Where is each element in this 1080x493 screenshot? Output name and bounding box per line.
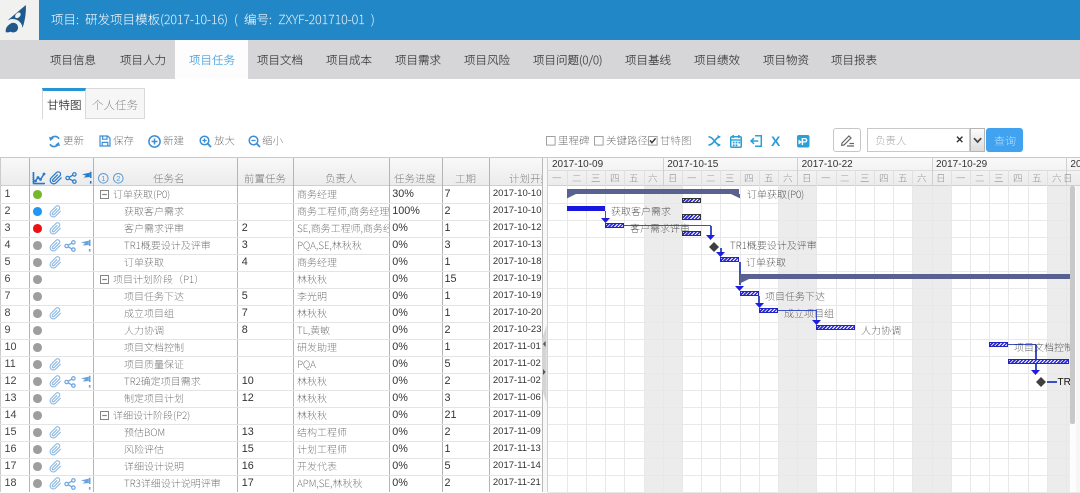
svg-text:1: 1 <box>101 173 105 182</box>
svg-text:2: 2 <box>116 173 120 182</box>
svg-text:P: P <box>801 137 808 148</box>
